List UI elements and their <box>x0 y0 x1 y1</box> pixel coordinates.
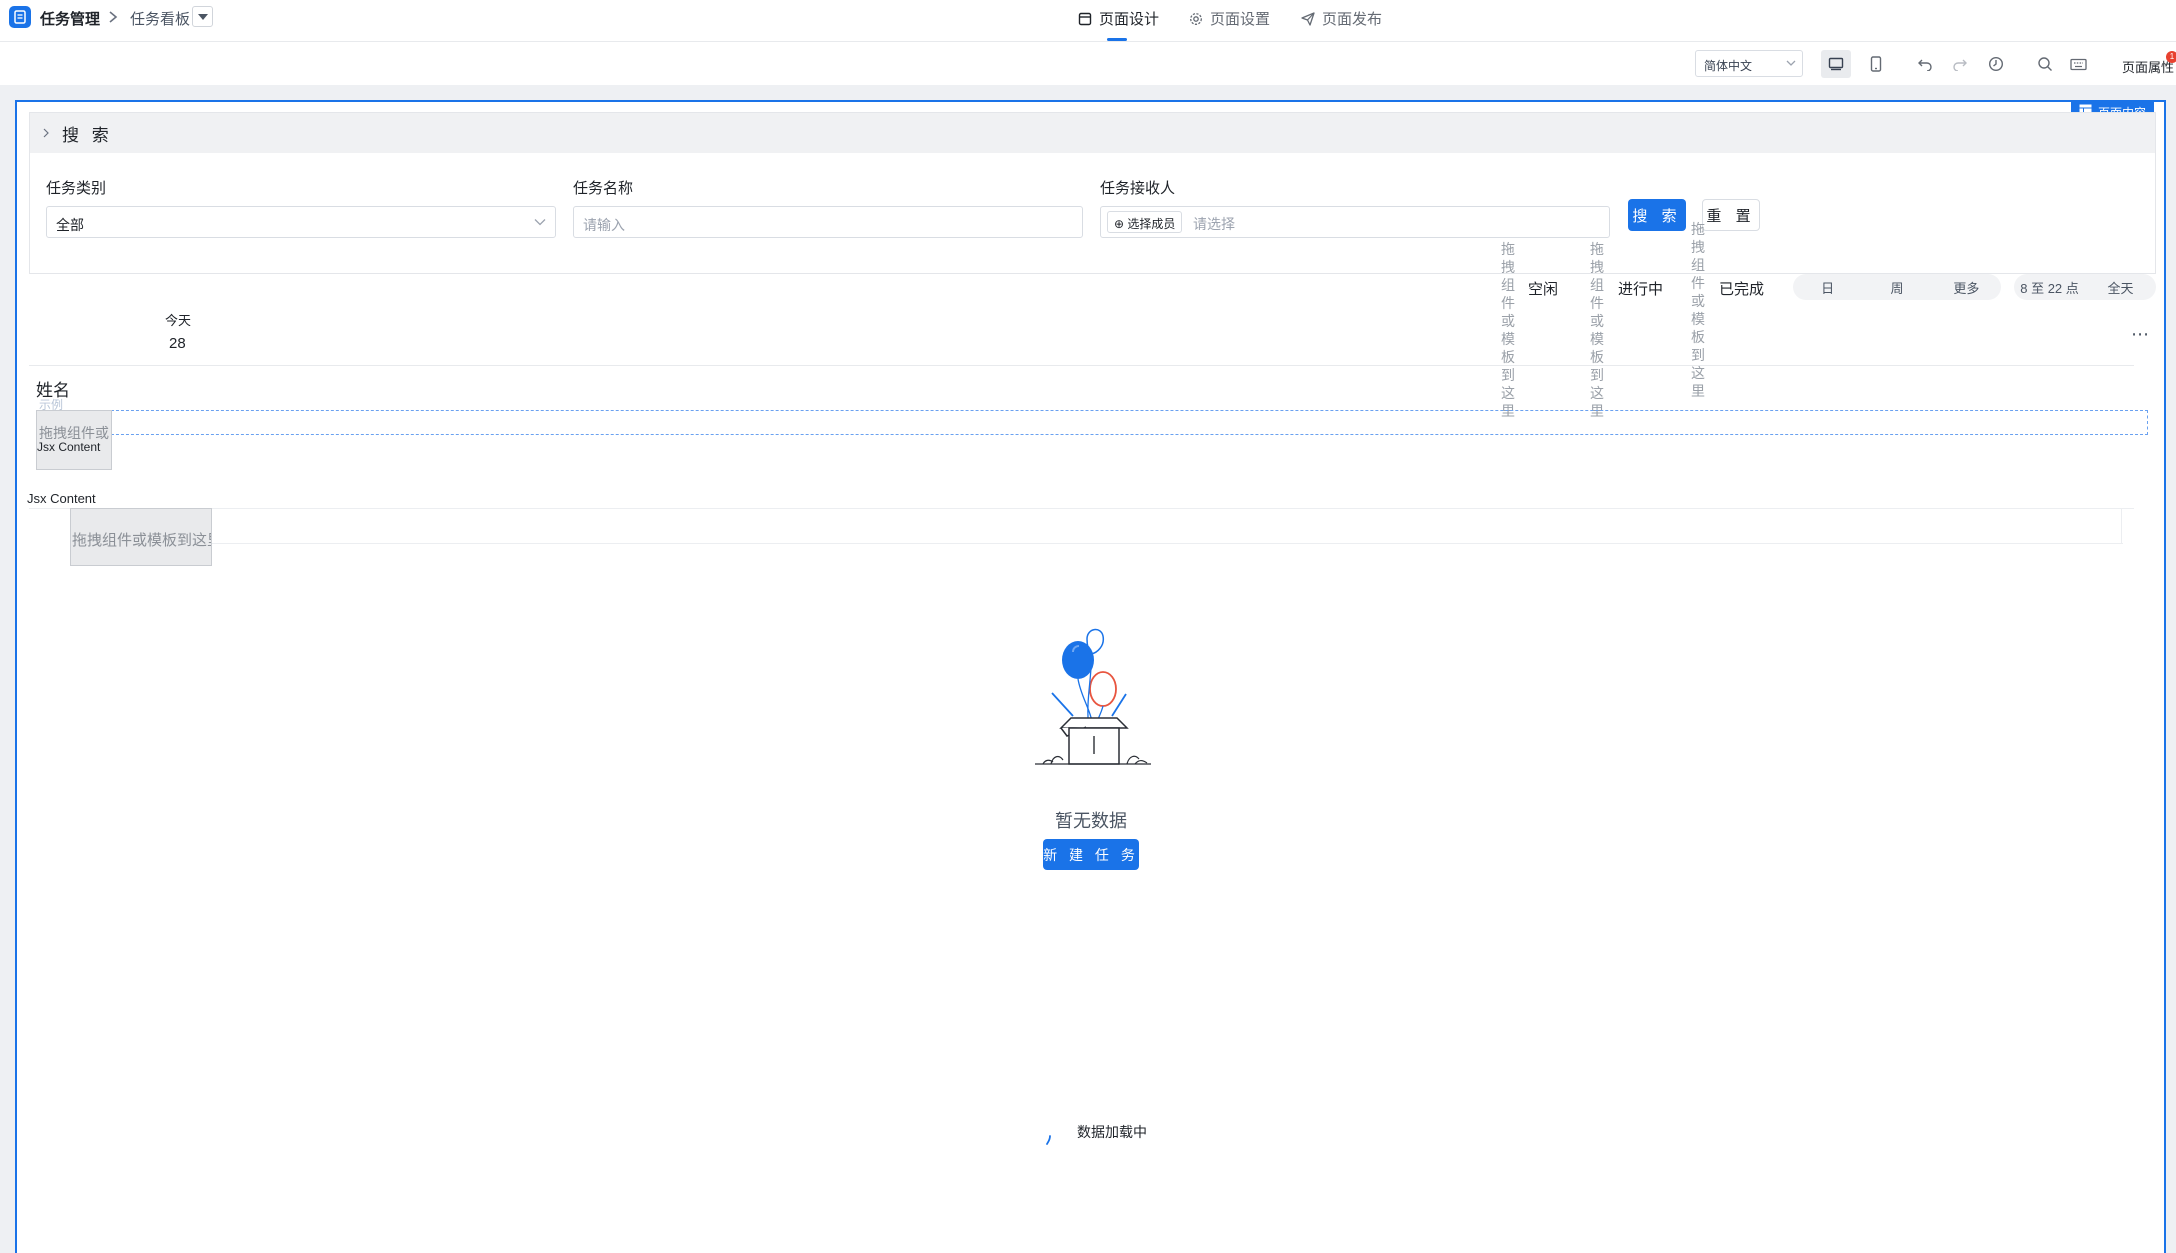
top-header: 任务管理 任务看板 页面设计 页面设置 页面发布 <box>0 0 2176 42</box>
time-range-switch[interactable]: 8 至 22 点 全天 <box>2014 274 2156 300</box>
editor-toolbar: 简体中文 页面属性 1 <box>0 43 2176 85</box>
category-select[interactable]: 全部 <box>46 206 556 238</box>
desktop-view-button[interactable] <box>1821 50 1851 78</box>
search-panel-header[interactable]: 搜 索 <box>30 113 2155 153</box>
clock-icon <box>1988 56 2004 72</box>
row-divider-vertical <box>2121 508 2122 543</box>
jsx-content-label: Jsx Content <box>27 491 96 506</box>
empty-state-text: 暂无数据 <box>1055 811 1127 831</box>
task-name-label: 任务名称 <box>573 180 634 197</box>
language-value: 简体中文 <box>1704 59 1753 73</box>
row-drop-zone[interactable] <box>36 410 2148 435</box>
caret-down-icon <box>197 13 208 20</box>
time-all-day[interactable]: 全天 <box>2085 278 2156 297</box>
breadcrumb-chevron-icon <box>106 5 120 34</box>
tab-page-design[interactable]: 页面设计 <box>1078 8 1159 29</box>
mobile-view-button[interactable] <box>1861 50 1891 78</box>
design-canvas[interactable]: 页面内容 搜 索 任务类别 全部 任务名称 请输入 任务接收人 ⊕ 选择成员 请… <box>15 100 2166 1253</box>
chevron-down-icon <box>1786 60 1796 66</box>
category-label: 任务类别 <box>46 180 107 197</box>
tab-label: 页面设置 <box>1210 11 1271 28</box>
tab-page-settings[interactable]: 页面设置 <box>1189 8 1270 29</box>
drop-zone-vertical[interactable]: 拖拽组件或模板到这里 <box>1589 240 1605 420</box>
task-name-placeholder: 请输入 <box>583 217 625 233</box>
redo-icon <box>1953 59 1967 71</box>
time-8-22[interactable]: 8 至 22 点 <box>2014 278 2085 297</box>
loading-spinner-icon <box>1046 1135 1051 1145</box>
row-divider <box>29 365 2134 366</box>
today-date: 28 <box>169 335 186 352</box>
notification-badge: 1 <box>2166 51 2176 63</box>
chevron-right-icon <box>43 128 49 138</box>
language-select[interactable]: 简体中文 <box>1695 50 1803 77</box>
drop-hint: 拖拽组件或 <box>39 425 109 441</box>
today-label: 今天 <box>165 313 192 328</box>
loading-text: 数据加载中 <box>1077 1124 1147 1140</box>
active-tab-indicator <box>1107 38 1127 41</box>
select-member-button[interactable]: ⊕ 选择成员 <box>1107 211 1183 233</box>
status-in-progress[interactable]: 进行中 <box>1618 278 1663 299</box>
send-icon <box>1301 11 1315 26</box>
keyboard-button[interactable] <box>2063 50 2093 78</box>
tab-label: 页面设计 <box>1099 11 1160 28</box>
page-dropdown-button[interactable] <box>192 6 213 27</box>
category-value: 全部 <box>56 217 84 233</box>
undo-button[interactable] <box>1910 50 1940 78</box>
view-switch[interactable]: 日 周 更多 <box>1793 274 2001 300</box>
task-name-input[interactable]: 请输入 <box>573 206 1083 238</box>
empty-balloon-box-icon <box>1035 628 1151 765</box>
assignee-label: 任务接收人 <box>1100 180 1176 197</box>
layout-icon <box>1078 12 1092 25</box>
reset-button[interactable]: 重 置 <box>1702 199 1760 231</box>
keyboard-icon <box>2069 58 2087 70</box>
undo-icon <box>1918 59 1932 71</box>
tab-label: 页面发布 <box>1322 11 1383 28</box>
more-options-button[interactable]: ⋯ <box>2131 324 2150 345</box>
drop-hint: 拖拽组件或模板到这里 <box>72 532 212 549</box>
drop-zone-vertical[interactable]: 拖拽组件或模板到这里 <box>1500 240 1516 420</box>
gear-icon <box>1190 12 1202 25</box>
jsx-content-label: Jsx Content <box>37 440 101 454</box>
assignee-placeholder: 请选择 <box>1193 216 1235 232</box>
view-more[interactable]: 更多 <box>1932 278 2001 297</box>
app-name[interactable]: 任务管理 <box>40 8 100 29</box>
row-divider <box>29 508 2134 509</box>
search-submit-button[interactable]: 搜 索 <box>1628 199 1686 231</box>
mobile-icon <box>1870 56 1882 72</box>
search-panel: 搜 索 任务类别 全部 任务名称 请输入 任务接收人 ⊕ 选择成员 请选择 搜 … <box>29 112 2156 274</box>
new-task-button[interactable]: 新 建 任 务 <box>1043 839 1139 870</box>
drop-zone-vertical[interactable]: 拖拽组件或模板到这里 <box>1690 220 1706 400</box>
drop-zone-placeholder[interactable]: 拖拽组件或模板到这里 <box>70 508 212 566</box>
plus-circle-icon: ⊕ <box>1114 217 1125 231</box>
tab-page-publish[interactable]: 页面发布 <box>1301 8 1382 29</box>
assignee-field[interactable]: ⊕ 选择成员 请选择 <box>1100 206 1610 238</box>
chevron-down-icon <box>534 219 546 226</box>
select-member-label: 选择成员 <box>1127 217 1176 231</box>
app-logo-icon[interactable] <box>9 6 31 28</box>
search-button[interactable] <box>2030 50 2060 78</box>
view-week[interactable]: 周 <box>1862 278 1931 297</box>
history-button[interactable] <box>1981 50 2011 78</box>
row-divider <box>73 543 2123 544</box>
breadcrumb-page[interactable]: 任务看板 <box>130 8 190 29</box>
desktop-icon <box>1828 57 1844 71</box>
search-panel-title: 搜 索 <box>62 125 113 145</box>
view-day[interactable]: 日 <box>1793 278 1862 297</box>
search-icon <box>2038 57 2052 71</box>
status-idle[interactable]: 空闲 <box>1528 278 1558 299</box>
redo-button[interactable] <box>1945 50 1975 78</box>
status-done[interactable]: 已完成 <box>1719 278 1764 299</box>
